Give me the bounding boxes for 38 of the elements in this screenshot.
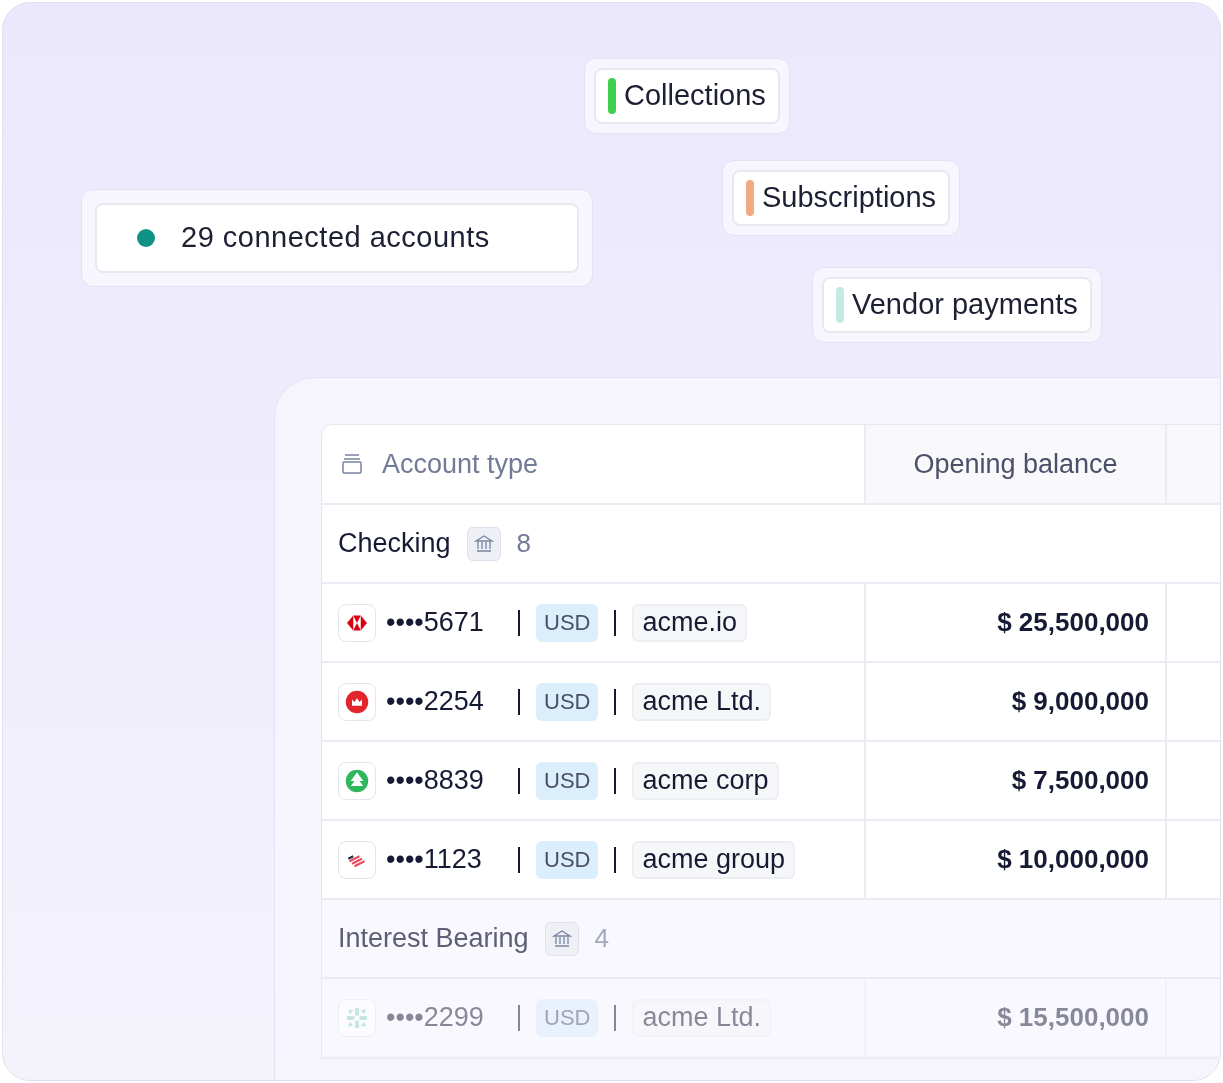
entity-tag: acme Ltd. bbox=[632, 998, 771, 1037]
currency-badge: USD bbox=[536, 603, 599, 642]
group-name: Checking bbox=[338, 527, 451, 561]
bank-icon bbox=[544, 921, 579, 956]
entity-tag: acme corp bbox=[632, 761, 779, 800]
bank-logo-icon bbox=[338, 761, 376, 800]
bank-logo-icon bbox=[338, 840, 376, 879]
account-number: ••••2254 bbox=[386, 685, 485, 719]
column-header[interactable]: Opening balance bbox=[864, 425, 1167, 503]
account-number: ••••5671 bbox=[386, 606, 485, 640]
group-count: 8 bbox=[516, 527, 532, 560]
currency-badge: USD bbox=[536, 682, 599, 721]
account-number: ••••8839 bbox=[386, 764, 485, 798]
currency-badge: USD bbox=[536, 840, 599, 879]
bank-logo-icon bbox=[338, 603, 376, 642]
entity-tag: acme.io bbox=[632, 603, 747, 642]
tag-label: Collections bbox=[624, 78, 766, 114]
tag-label: Subscriptions bbox=[762, 180, 937, 216]
status-text: 29 connected accounts bbox=[181, 220, 490, 256]
bank-logo-icon bbox=[338, 998, 376, 1037]
bank-icon bbox=[466, 526, 501, 561]
balance-amount: $ 7,500,000 bbox=[1011, 764, 1149, 797]
balance-amount: $ 9,000,000 bbox=[1011, 685, 1149, 718]
entity-tag: acme Ltd. bbox=[632, 682, 771, 721]
tag-label: Vendor payments bbox=[852, 287, 1078, 323]
balance-amount: $ 10,000,000 bbox=[997, 843, 1149, 876]
currency-badge: USD bbox=[536, 761, 599, 800]
balance-amount: $ 15,500,000 bbox=[997, 1001, 1149, 1034]
stack-icon bbox=[340, 452, 364, 476]
group-count: 4 bbox=[594, 922, 610, 955]
account-number: ••••1123 bbox=[386, 843, 483, 877]
account-number: ••••2299 bbox=[386, 1001, 485, 1035]
entity-tag: acme group bbox=[632, 840, 796, 879]
bank-logo-icon bbox=[338, 682, 376, 721]
column-header[interactable]: Account type bbox=[382, 443, 539, 485]
currency-badge: USD bbox=[536, 998, 599, 1037]
group-name: Interest Bearing bbox=[338, 922, 529, 956]
balance-amount: $ 25,500,000 bbox=[997, 606, 1149, 639]
